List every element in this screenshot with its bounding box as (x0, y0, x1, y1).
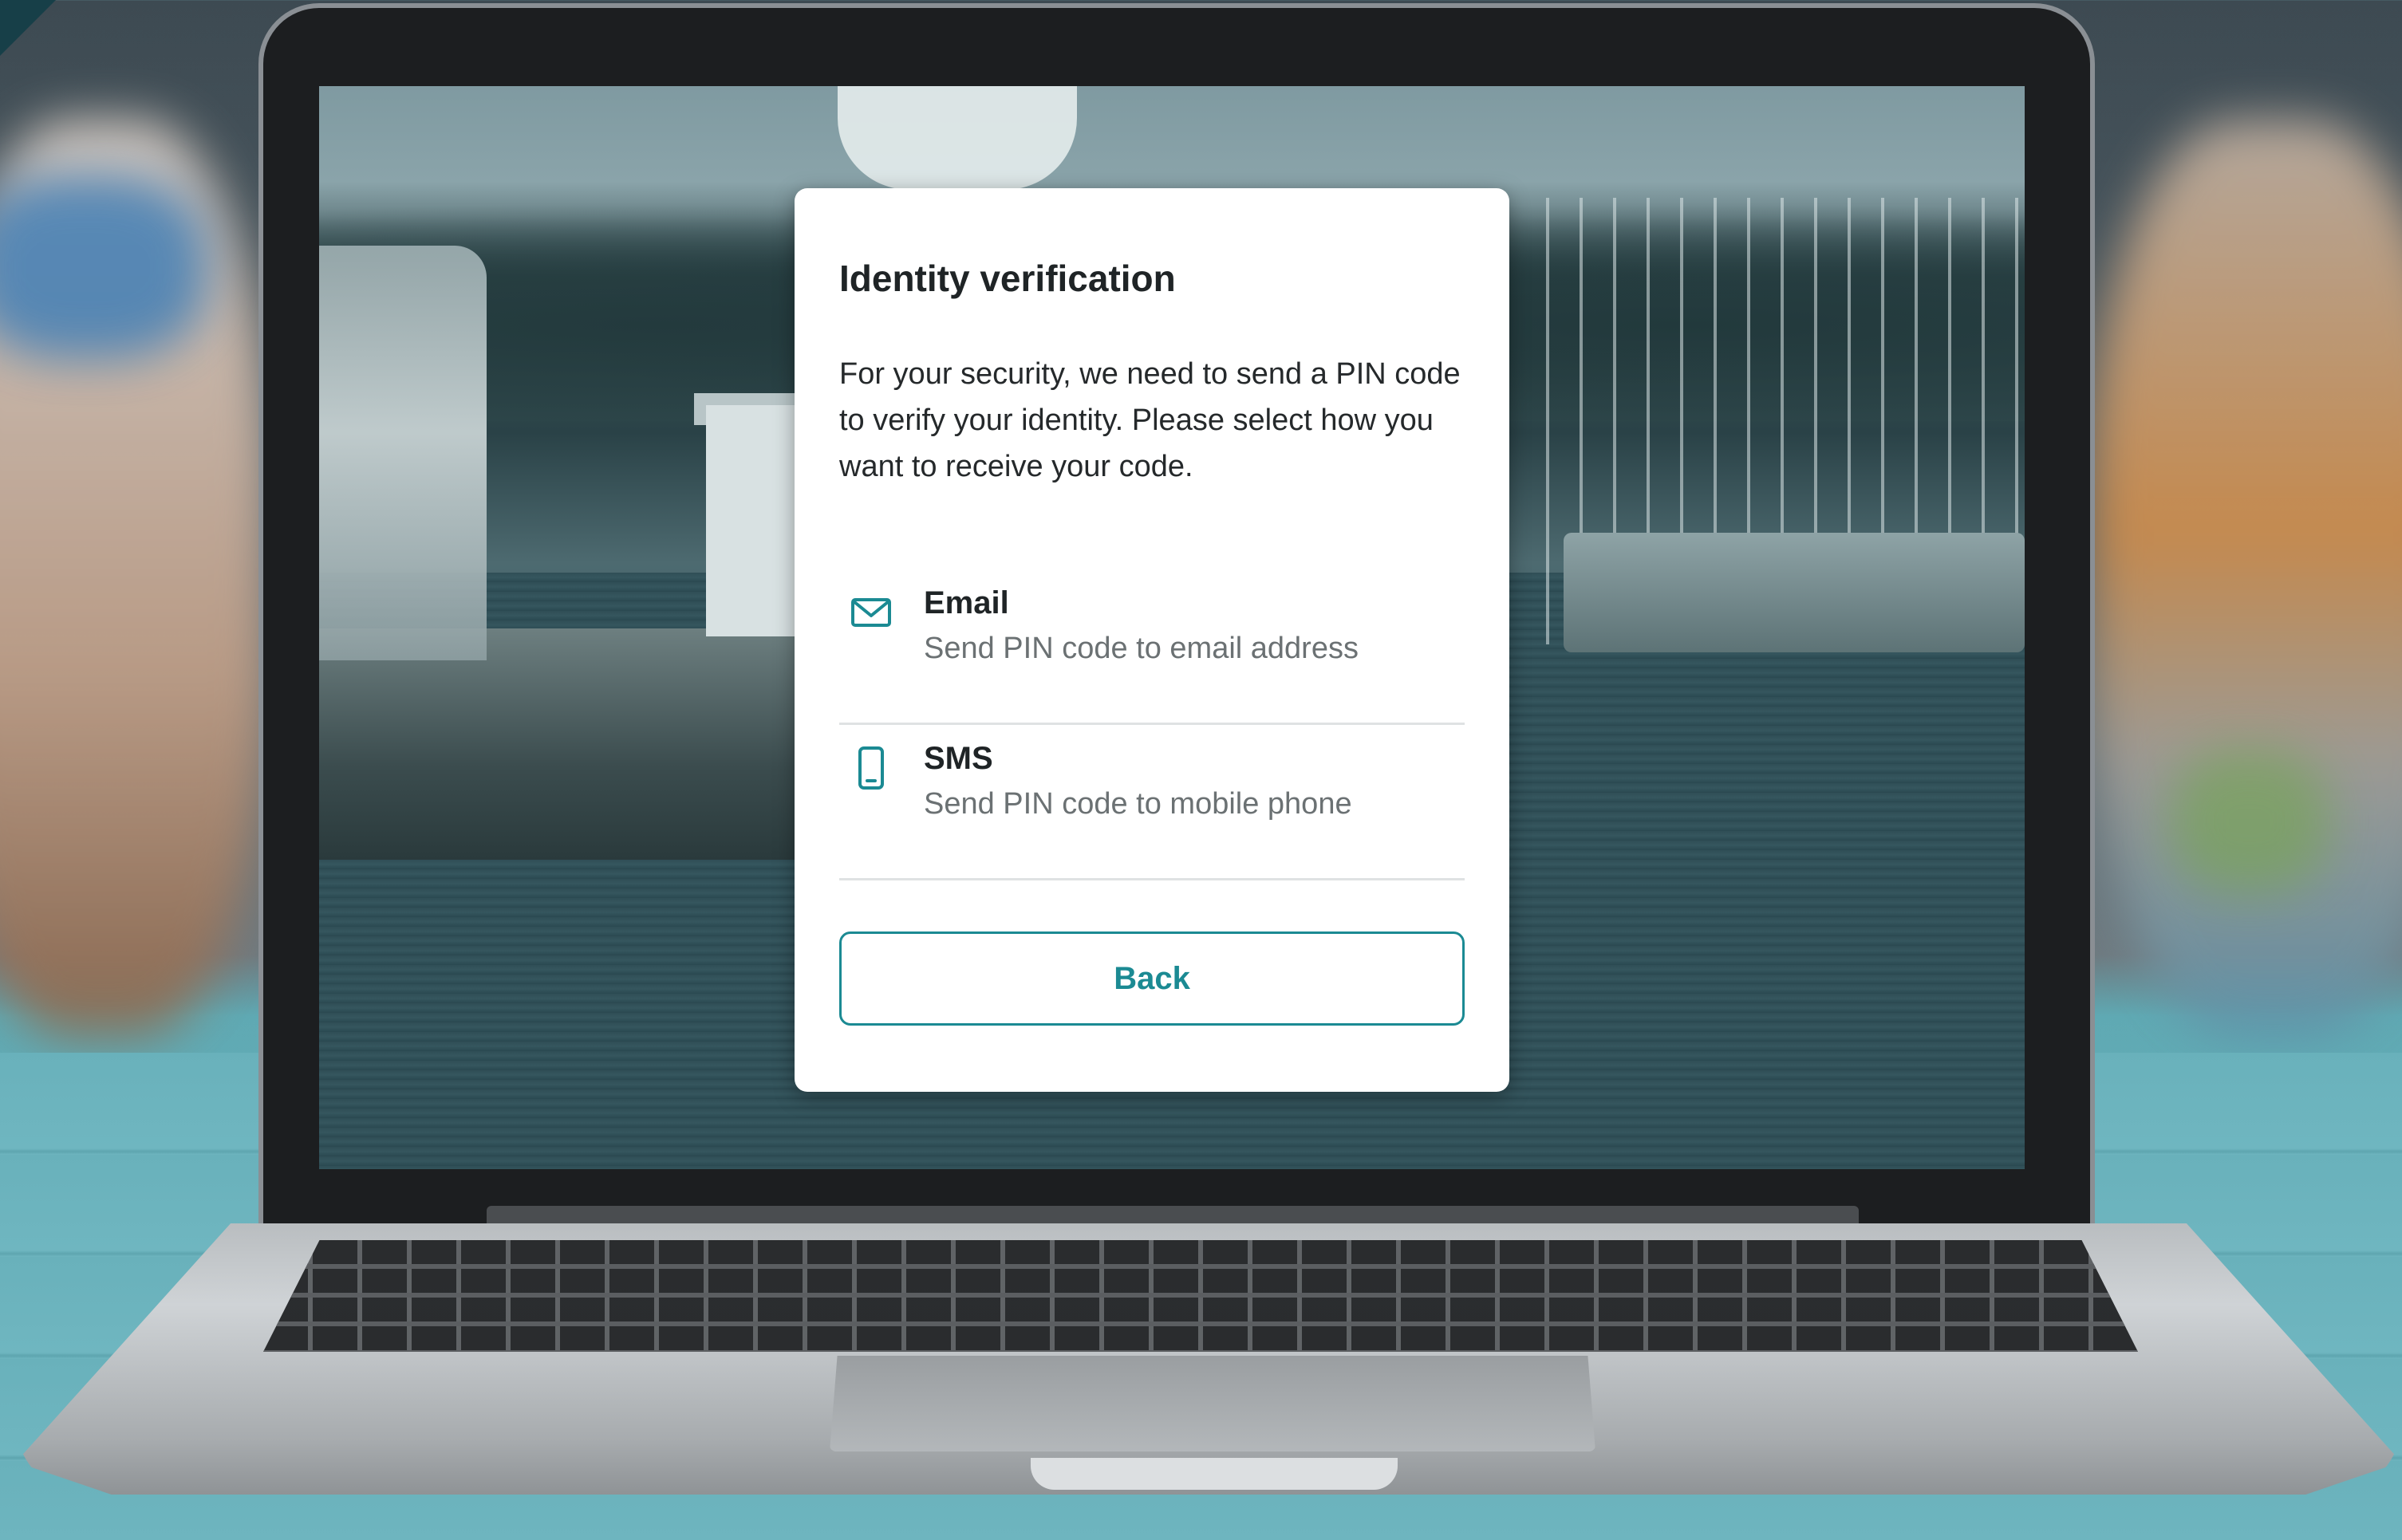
laptop-screen: Identity verification For your security,… (319, 86, 2025, 1169)
sms-option[interactable]: SMS Send PIN code to mobile phone (839, 723, 1465, 880)
sms-option-label: SMS (924, 741, 993, 776)
email-option-label: Email (924, 585, 1009, 620)
dialog-title: Identity verification (839, 258, 1176, 299)
back-button[interactable]: Back (839, 931, 1465, 1026)
fishing-boats (1564, 533, 2025, 652)
keyboard-rows (263, 1240, 2138, 1352)
harbor-shed (706, 405, 802, 636)
blurred-background-plant (2170, 750, 2329, 893)
dialog-description: For your security, we need to send a PIN… (839, 357, 1461, 483)
corner-decoration (0, 0, 56, 56)
identity-verification-dialog: Identity verification For your security,… (795, 188, 1509, 1092)
email-option[interactable]: Email Send PIN code to email address (839, 568, 1465, 725)
stone-breakwater (319, 628, 798, 860)
mail-icon (850, 590, 892, 635)
blurred-background-sign (0, 175, 207, 359)
laptop-trackpad (830, 1356, 1595, 1451)
sms-option-description: Send PIN code to mobile phone (924, 787, 1352, 821)
mobile-phone-icon (850, 746, 892, 790)
email-option-description: Send PIN code to email address (924, 632, 1359, 665)
lighthouse (838, 86, 1077, 190)
blurred-background-right (2090, 120, 2402, 1037)
laptop-notch (1031, 1458, 1398, 1490)
ferry-ship (319, 246, 487, 660)
